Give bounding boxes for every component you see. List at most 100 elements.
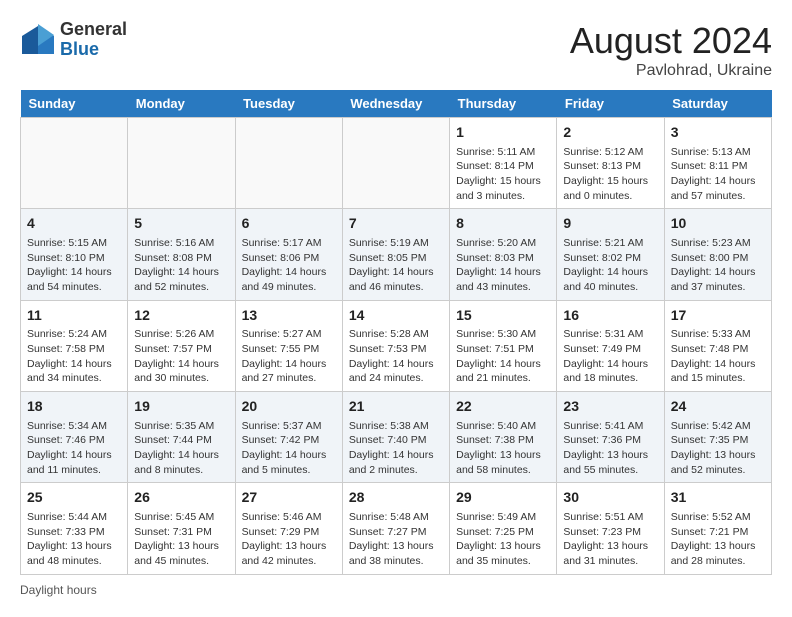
day-info: Sunrise: 5:41 AM Sunset: 7:36 PM Dayligh… bbox=[563, 419, 657, 478]
day-info: Sunrise: 5:11 AM Sunset: 8:14 PM Dayligh… bbox=[456, 145, 550, 204]
day-info: Sunrise: 5:48 AM Sunset: 7:27 PM Dayligh… bbox=[349, 510, 443, 569]
calendar-day-cell: 12Sunrise: 5:26 AM Sunset: 7:57 PM Dayli… bbox=[128, 300, 235, 391]
day-number: 30 bbox=[563, 488, 657, 508]
day-number: 6 bbox=[242, 214, 336, 234]
daylight-label: Daylight hours bbox=[20, 583, 97, 597]
day-number: 26 bbox=[134, 488, 228, 508]
day-info: Sunrise: 5:40 AM Sunset: 7:38 PM Dayligh… bbox=[456, 419, 550, 478]
calendar-day-cell: 3Sunrise: 5:13 AM Sunset: 8:11 PM Daylig… bbox=[664, 118, 771, 209]
weekday-header: Tuesday bbox=[235, 90, 342, 118]
day-info: Sunrise: 5:16 AM Sunset: 8:08 PM Dayligh… bbox=[134, 236, 228, 295]
calendar-day-cell: 1Sunrise: 5:11 AM Sunset: 8:14 PM Daylig… bbox=[450, 118, 557, 209]
weekday-header: Saturday bbox=[664, 90, 771, 118]
day-info: Sunrise: 5:46 AM Sunset: 7:29 PM Dayligh… bbox=[242, 510, 336, 569]
day-number: 8 bbox=[456, 214, 550, 234]
calendar-day-cell: 22Sunrise: 5:40 AM Sunset: 7:38 PM Dayli… bbox=[450, 392, 557, 483]
day-number: 21 bbox=[349, 397, 443, 417]
calendar-day-cell bbox=[342, 118, 449, 209]
day-info: Sunrise: 5:13 AM Sunset: 8:11 PM Dayligh… bbox=[671, 145, 765, 204]
day-number: 9 bbox=[563, 214, 657, 234]
day-info: Sunrise: 5:15 AM Sunset: 8:10 PM Dayligh… bbox=[27, 236, 121, 295]
day-number: 5 bbox=[134, 214, 228, 234]
day-info: Sunrise: 5:35 AM Sunset: 7:44 PM Dayligh… bbox=[134, 419, 228, 478]
calendar-day-cell: 21Sunrise: 5:38 AM Sunset: 7:40 PM Dayli… bbox=[342, 392, 449, 483]
calendar-day-cell: 10Sunrise: 5:23 AM Sunset: 8:00 PM Dayli… bbox=[664, 209, 771, 300]
day-number: 22 bbox=[456, 397, 550, 417]
calendar-day-cell: 4Sunrise: 5:15 AM Sunset: 8:10 PM Daylig… bbox=[21, 209, 128, 300]
day-number: 15 bbox=[456, 306, 550, 326]
calendar-day-cell: 16Sunrise: 5:31 AM Sunset: 7:49 PM Dayli… bbox=[557, 300, 664, 391]
day-number: 23 bbox=[563, 397, 657, 417]
calendar-week-row: 18Sunrise: 5:34 AM Sunset: 7:46 PM Dayli… bbox=[21, 392, 772, 483]
calendar-day-cell: 6Sunrise: 5:17 AM Sunset: 8:06 PM Daylig… bbox=[235, 209, 342, 300]
day-info: Sunrise: 5:27 AM Sunset: 7:55 PM Dayligh… bbox=[242, 327, 336, 386]
calendar-day-cell: 13Sunrise: 5:27 AM Sunset: 7:55 PM Dayli… bbox=[235, 300, 342, 391]
calendar-day-cell bbox=[21, 118, 128, 209]
day-number: 18 bbox=[27, 397, 121, 417]
day-info: Sunrise: 5:45 AM Sunset: 7:31 PM Dayligh… bbox=[134, 510, 228, 569]
weekday-header: Friday bbox=[557, 90, 664, 118]
day-number: 1 bbox=[456, 123, 550, 143]
calendar-week-row: 11Sunrise: 5:24 AM Sunset: 7:58 PM Dayli… bbox=[21, 300, 772, 391]
weekday-header-row: SundayMondayTuesdayWednesdayThursdayFrid… bbox=[21, 90, 772, 118]
day-info: Sunrise: 5:20 AM Sunset: 8:03 PM Dayligh… bbox=[456, 236, 550, 295]
day-info: Sunrise: 5:12 AM Sunset: 8:13 PM Dayligh… bbox=[563, 145, 657, 204]
weekday-header: Monday bbox=[128, 90, 235, 118]
day-number: 2 bbox=[563, 123, 657, 143]
day-info: Sunrise: 5:49 AM Sunset: 7:25 PM Dayligh… bbox=[456, 510, 550, 569]
calendar-day-cell: 28Sunrise: 5:48 AM Sunset: 7:27 PM Dayli… bbox=[342, 483, 449, 574]
day-info: Sunrise: 5:21 AM Sunset: 8:02 PM Dayligh… bbox=[563, 236, 657, 295]
weekday-header: Wednesday bbox=[342, 90, 449, 118]
calendar-day-cell bbox=[235, 118, 342, 209]
calendar-day-cell: 18Sunrise: 5:34 AM Sunset: 7:46 PM Dayli… bbox=[21, 392, 128, 483]
day-number: 16 bbox=[563, 306, 657, 326]
calendar-day-cell: 7Sunrise: 5:19 AM Sunset: 8:05 PM Daylig… bbox=[342, 209, 449, 300]
calendar-table: SundayMondayTuesdayWednesdayThursdayFrid… bbox=[20, 90, 772, 575]
day-info: Sunrise: 5:19 AM Sunset: 8:05 PM Dayligh… bbox=[349, 236, 443, 295]
logo: General Blue bbox=[20, 20, 127, 60]
calendar-week-row: 4Sunrise: 5:15 AM Sunset: 8:10 PM Daylig… bbox=[21, 209, 772, 300]
location-subtitle: Pavlohrad, Ukraine bbox=[570, 62, 772, 80]
day-info: Sunrise: 5:24 AM Sunset: 7:58 PM Dayligh… bbox=[27, 327, 121, 386]
calendar-day-cell: 8Sunrise: 5:20 AM Sunset: 8:03 PM Daylig… bbox=[450, 209, 557, 300]
title-block: August 2024 Pavlohrad, Ukraine bbox=[570, 20, 772, 80]
calendar-day-cell: 23Sunrise: 5:41 AM Sunset: 7:36 PM Dayli… bbox=[557, 392, 664, 483]
calendar-day-cell bbox=[128, 118, 235, 209]
day-info: Sunrise: 5:44 AM Sunset: 7:33 PM Dayligh… bbox=[27, 510, 121, 569]
day-number: 31 bbox=[671, 488, 765, 508]
day-number: 12 bbox=[134, 306, 228, 326]
day-number: 4 bbox=[27, 214, 121, 234]
weekday-header: Thursday bbox=[450, 90, 557, 118]
day-info: Sunrise: 5:30 AM Sunset: 7:51 PM Dayligh… bbox=[456, 327, 550, 386]
calendar-day-cell: 5Sunrise: 5:16 AM Sunset: 8:08 PM Daylig… bbox=[128, 209, 235, 300]
day-info: Sunrise: 5:17 AM Sunset: 8:06 PM Dayligh… bbox=[242, 236, 336, 295]
day-number: 24 bbox=[671, 397, 765, 417]
month-year-title: August 2024 bbox=[570, 20, 772, 62]
calendar-day-cell: 14Sunrise: 5:28 AM Sunset: 7:53 PM Dayli… bbox=[342, 300, 449, 391]
day-info: Sunrise: 5:42 AM Sunset: 7:35 PM Dayligh… bbox=[671, 419, 765, 478]
day-info: Sunrise: 5:34 AM Sunset: 7:46 PM Dayligh… bbox=[27, 419, 121, 478]
calendar-day-cell: 17Sunrise: 5:33 AM Sunset: 7:48 PM Dayli… bbox=[664, 300, 771, 391]
calendar-day-cell: 26Sunrise: 5:45 AM Sunset: 7:31 PM Dayli… bbox=[128, 483, 235, 574]
day-number: 11 bbox=[27, 306, 121, 326]
day-info: Sunrise: 5:33 AM Sunset: 7:48 PM Dayligh… bbox=[671, 327, 765, 386]
day-number: 19 bbox=[134, 397, 228, 417]
day-number: 14 bbox=[349, 306, 443, 326]
calendar-day-cell: 24Sunrise: 5:42 AM Sunset: 7:35 PM Dayli… bbox=[664, 392, 771, 483]
day-number: 3 bbox=[671, 123, 765, 143]
calendar-day-cell: 9Sunrise: 5:21 AM Sunset: 8:02 PM Daylig… bbox=[557, 209, 664, 300]
weekday-header: Sunday bbox=[21, 90, 128, 118]
calendar-week-row: 1Sunrise: 5:11 AM Sunset: 8:14 PM Daylig… bbox=[21, 118, 772, 209]
calendar-week-row: 25Sunrise: 5:44 AM Sunset: 7:33 PM Dayli… bbox=[21, 483, 772, 574]
day-info: Sunrise: 5:37 AM Sunset: 7:42 PM Dayligh… bbox=[242, 419, 336, 478]
day-number: 27 bbox=[242, 488, 336, 508]
day-info: Sunrise: 5:31 AM Sunset: 7:49 PM Dayligh… bbox=[563, 327, 657, 386]
calendar-day-cell: 15Sunrise: 5:30 AM Sunset: 7:51 PM Dayli… bbox=[450, 300, 557, 391]
day-info: Sunrise: 5:23 AM Sunset: 8:00 PM Dayligh… bbox=[671, 236, 765, 295]
day-number: 20 bbox=[242, 397, 336, 417]
day-info: Sunrise: 5:38 AM Sunset: 7:40 PM Dayligh… bbox=[349, 419, 443, 478]
footer: Daylight hours bbox=[20, 583, 772, 597]
day-number: 7 bbox=[349, 214, 443, 234]
day-number: 10 bbox=[671, 214, 765, 234]
calendar-day-cell: 30Sunrise: 5:51 AM Sunset: 7:23 PM Dayli… bbox=[557, 483, 664, 574]
